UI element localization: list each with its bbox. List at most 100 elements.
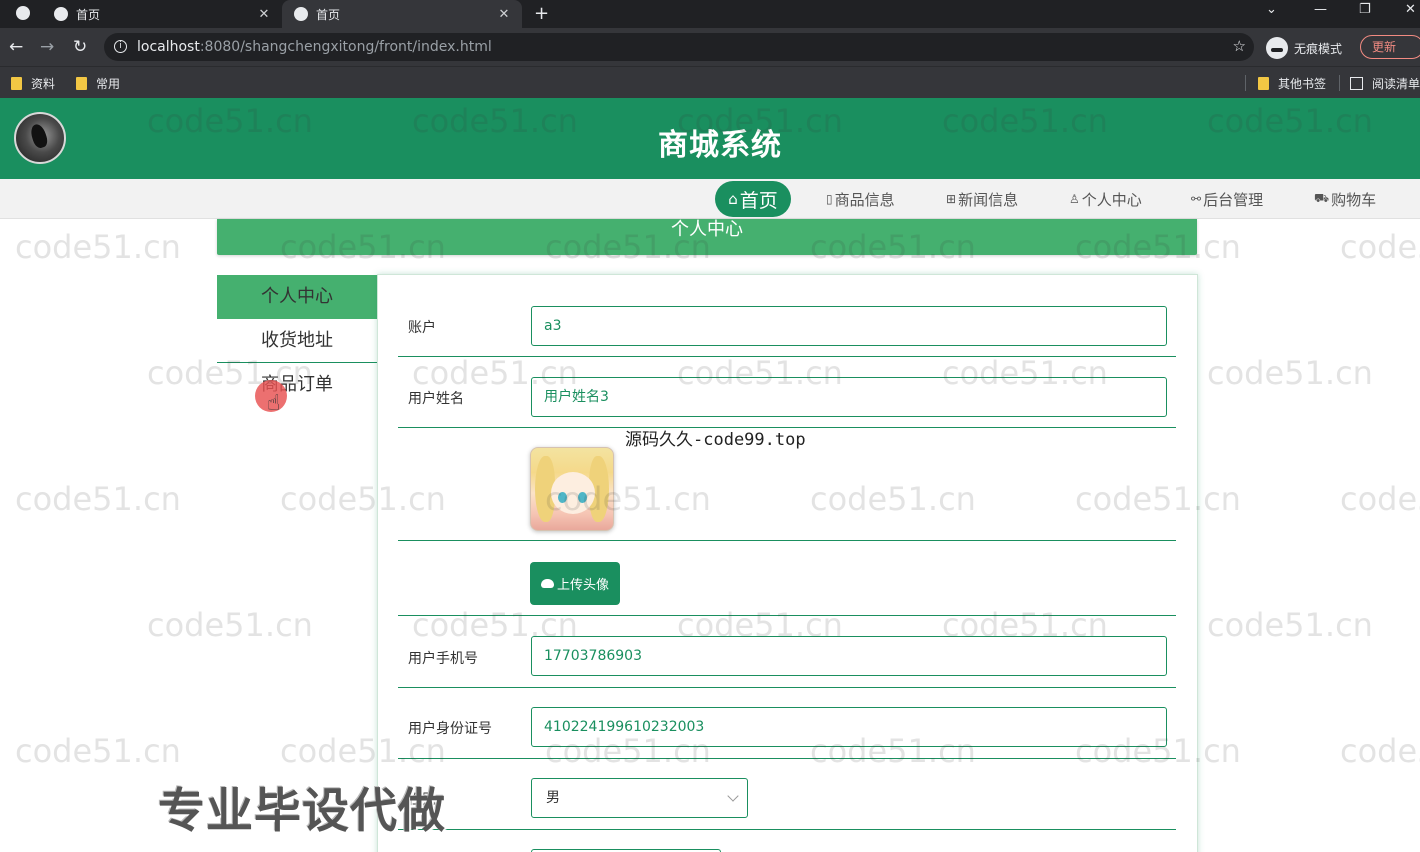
forward-icon[interactable]: → bbox=[40, 37, 54, 57]
form-row-gender: 性别 男 bbox=[398, 759, 1176, 830]
back-icon[interactable]: ← bbox=[9, 37, 23, 57]
gender-value: 男 bbox=[546, 790, 560, 806]
chevron-down-icon bbox=[727, 790, 739, 802]
phone-label: 用户手机号 bbox=[408, 651, 478, 667]
close-icon[interactable]: ✕ bbox=[254, 7, 274, 22]
bookmark-label: 阅读清单 bbox=[1372, 77, 1420, 91]
nav-admin[interactable]: ⚯ 后台管理 bbox=[1191, 187, 1263, 211]
watermark: code51.cn bbox=[1340, 228, 1420, 266]
document-icon: ▯ bbox=[826, 192, 833, 206]
update-button[interactable]: 更新 bbox=[1360, 35, 1420, 59]
nav-home[interactable]: ⌂ 首页 bbox=[715, 181, 791, 217]
sidebar-item-address[interactable]: 收货地址 bbox=[217, 319, 377, 363]
minimize-icon[interactable]: — bbox=[1314, 2, 1327, 17]
gender-select[interactable]: 男 bbox=[531, 778, 748, 818]
folder-icon bbox=[76, 77, 87, 90]
close-icon[interactable]: ✕ bbox=[494, 7, 514, 22]
profile-form: 账户 a3 用户姓名 用户姓名3 上传头像 用户手机号 17703786903 … bbox=[377, 274, 1198, 852]
browser-tab-2[interactable]: 首页 ✕ bbox=[282, 0, 522, 28]
tab-title: 首页 bbox=[76, 7, 101, 22]
divider bbox=[1245, 75, 1246, 91]
info-icon[interactable]: i bbox=[114, 40, 127, 53]
bookmark-label: 其他书签 bbox=[1278, 77, 1327, 91]
bookmark-label: 资料 bbox=[31, 77, 56, 91]
phone-field[interactable]: 17703786903 bbox=[531, 636, 1167, 676]
reload-icon[interactable]: ↻ bbox=[73, 37, 87, 57]
bookmark-folder-changyong[interactable]: 常用 bbox=[76, 75, 120, 92]
form-row-idcard: 用户身份证号 410224199610232003 bbox=[398, 688, 1176, 759]
home-icon: ⌂ bbox=[728, 190, 738, 208]
bookmark-folder-ziliao[interactable]: 资料 bbox=[11, 75, 55, 92]
watermark: code51.cn bbox=[1207, 606, 1373, 644]
watermark: code51.cn bbox=[15, 732, 181, 770]
incognito-label: 无痕模式 bbox=[1294, 41, 1343, 56]
watermark: code51.cn bbox=[1340, 732, 1420, 770]
update-label: 更新 bbox=[1372, 40, 1397, 54]
account-label: 账户 bbox=[408, 320, 436, 336]
upload-avatar-button[interactable]: 上传头像 bbox=[530, 562, 620, 605]
tab-title: 首页 bbox=[316, 7, 341, 22]
new-tab-icon[interactable]: + bbox=[534, 3, 549, 24]
globe-icon bbox=[294, 7, 308, 21]
reading-list-icon bbox=[1350, 77, 1363, 90]
globe-icon bbox=[54, 7, 68, 21]
nav-news[interactable]: ⊞ 新闻信息 bbox=[946, 187, 1018, 211]
reading-list[interactable]: 阅读清单 bbox=[1350, 75, 1420, 92]
restore-icon[interactable]: ❐ bbox=[1359, 2, 1371, 17]
folder-icon bbox=[11, 77, 22, 90]
name-label: 用户姓名 bbox=[408, 391, 464, 407]
sidebar-item-orders[interactable]: 商品订单 bbox=[217, 363, 377, 407]
bookmark-folder-other[interactable]: 其他书签 bbox=[1258, 75, 1326, 92]
window-close-icon[interactable]: ✕ bbox=[1405, 2, 1416, 17]
cloud-upload-icon bbox=[540, 579, 554, 588]
hand-cursor-icon: ☝ bbox=[267, 391, 281, 416]
user-icon: ♙ bbox=[1069, 192, 1080, 206]
watermark: code51.cn bbox=[15, 228, 181, 266]
sidebar: 个人中心 收货地址 商品订单 bbox=[217, 275, 377, 407]
nav-label: 个人中心 bbox=[1081, 190, 1142, 209]
upload-label: 上传头像 bbox=[556, 578, 609, 593]
source-overlay-text: 源码久久-code99.top bbox=[625, 430, 806, 450]
address-bar: ← → ↻ i localhost:8080/shangchengxitong/… bbox=[0, 28, 1420, 66]
form-row-name: 用户姓名 用户姓名3 bbox=[398, 357, 1176, 428]
form-row-upload bbox=[398, 541, 1176, 616]
sidebar-item-personal-center[interactable]: 个人中心 bbox=[217, 275, 377, 319]
account-field[interactable]: a3 bbox=[531, 306, 1167, 346]
incognito-icon bbox=[1266, 37, 1288, 59]
browser-tab-1[interactable]: 首页 ✕ bbox=[42, 0, 282, 28]
url-input[interactable]: i localhost:8080/shangchengxitong/front/… bbox=[104, 33, 1254, 61]
nav-personal-center[interactable]: ♙ 个人中心 bbox=[1069, 187, 1142, 211]
tab-search-icon[interactable]: ⌄ bbox=[1266, 2, 1277, 17]
bookmark-star-icon[interactable]: ☆ bbox=[1233, 37, 1246, 55]
form-row-phone: 用户手机号 17703786903 bbox=[398, 616, 1176, 688]
watermark: code51.cn bbox=[1340, 480, 1420, 518]
nav-label: 首页 bbox=[739, 189, 778, 212]
idcard-label: 用户身份证号 bbox=[408, 721, 492, 737]
name-field[interactable]: 用户姓名3 bbox=[531, 377, 1167, 417]
section-title: 个人中心 bbox=[217, 219, 1197, 255]
form-row-account: 账户 a3 bbox=[398, 275, 1176, 357]
main-nav: ⌂ 首页 ▯ 商品信息 ⊞ 新闻信息 ♙ 个人中心 ⚯ 后台管理 ⛟ 购物车 bbox=[0, 179, 1420, 219]
bookmarks-bar: 资料 常用 其他书签 阅读清单 bbox=[0, 66, 1420, 98]
bookmark-label: 常用 bbox=[96, 77, 121, 91]
link-icon: ⚯ bbox=[1191, 192, 1202, 206]
divider bbox=[1339, 75, 1340, 91]
gift-icon: ⊞ bbox=[946, 192, 957, 206]
site-title: 商城系统 bbox=[658, 128, 782, 163]
nav-label: 新闻信息 bbox=[958, 190, 1019, 209]
cart-icon: ⛟ bbox=[1314, 191, 1330, 205]
nav-label: 商品信息 bbox=[834, 190, 895, 209]
watermark: code51.cn bbox=[1207, 354, 1373, 392]
site-header: 商城系统 bbox=[0, 98, 1420, 179]
promo-overlay-text: 专业毕设代做 bbox=[158, 784, 446, 839]
nav-label: 购物车 bbox=[1331, 190, 1377, 209]
nav-products[interactable]: ▯ 商品信息 bbox=[826, 187, 895, 211]
incognito-indicator[interactable]: 无痕模式 bbox=[1266, 37, 1342, 59]
browser-tab-bar: 首页 ✕ 首页 ✕ + ⌄ — ❐ ✕ bbox=[0, 0, 1420, 28]
nav-cart[interactable]: ⛟ 购物车 bbox=[1314, 187, 1376, 211]
watermark: code51.cn bbox=[15, 480, 181, 518]
watermark: code51.cn bbox=[147, 606, 313, 644]
avatar bbox=[530, 447, 614, 531]
idcard-field[interactable]: 410224199610232003 bbox=[531, 707, 1167, 747]
browser-menu-icon[interactable] bbox=[16, 6, 30, 20]
